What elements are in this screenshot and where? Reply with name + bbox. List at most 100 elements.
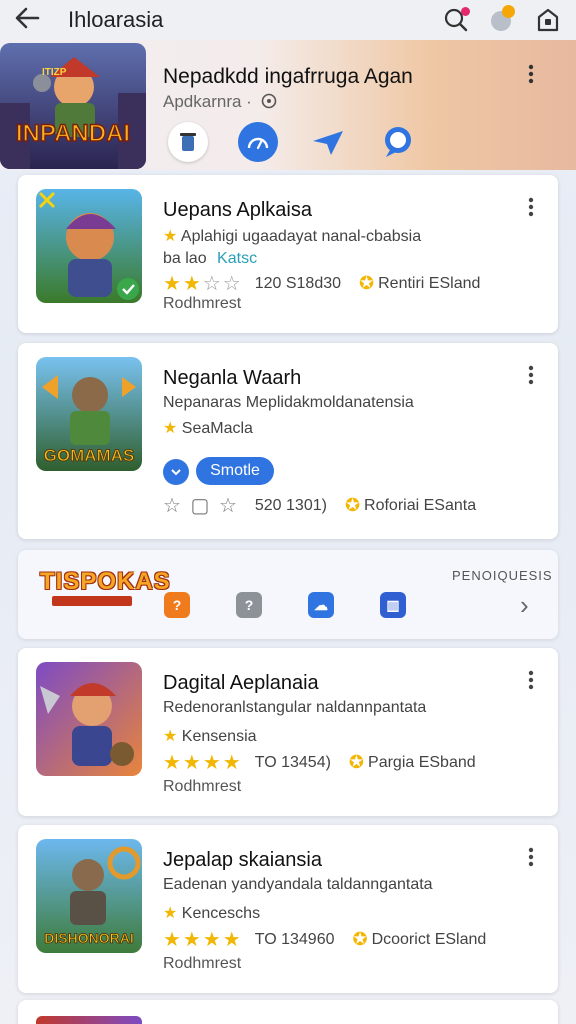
app-extra: Rodhmrest — [163, 778, 242, 795]
notification-button[interactable] — [442, 6, 470, 34]
featured-chat-button[interactable] — [378, 122, 418, 162]
app-card-partial[interactable] — [18, 1000, 558, 1024]
page-title: Ihloarasia — [68, 7, 164, 32]
trash-can-icon — [180, 133, 196, 151]
app-more-button[interactable] — [528, 197, 534, 223]
featured-subtitle: Apdkarnra · — [163, 92, 277, 112]
chevron-right-icon[interactable]: › — [520, 590, 529, 621]
app-extra: Rodhmrest — [163, 955, 242, 972]
more-vertical-icon — [528, 670, 534, 690]
app-thumbnail[interactable] — [36, 662, 142, 776]
rating-stars: ★★★★ — [163, 752, 243, 774]
airplane-icon — [313, 131, 343, 155]
app-genre-row: ★ Kenceschs — [163, 903, 260, 923]
featured-banner[interactable]: INPANDAI ITIZP Nepadkdd ingafrruga Agan … — [0, 40, 576, 170]
verified-badge — [117, 278, 139, 300]
star-icon: ★ — [163, 728, 178, 745]
promo-logo-ribbon — [52, 596, 132, 606]
featured-thumb-logo: INPANDAI — [16, 120, 130, 147]
promo-orange-icon[interactable]: ? — [164, 592, 190, 618]
app-title[interactable]: Uepans Aplkaisa — [163, 199, 312, 222]
badge-icon: ✪ — [348, 752, 365, 772]
back-button[interactable] — [14, 6, 54, 35]
star-icon: ★ — [163, 905, 178, 922]
more-vertical-icon — [528, 365, 534, 385]
rating-stars: ★★☆☆ — [163, 273, 243, 295]
app-rating-row: ★★☆☆ 120 S18d30 ✪ Rentiri ESland — [163, 271, 480, 296]
more-vertical-icon — [528, 64, 534, 84]
featured-developer: Apdkarnra · — [163, 92, 252, 111]
promo-strip[interactable]: TISPOKAS PENOIQUESIS ? ? ☁ ▥ › — [18, 550, 558, 639]
featured-gauge-button[interactable] — [238, 122, 278, 162]
promo-cloud-icon[interactable]: ☁ — [308, 592, 334, 618]
app-genre: Kenceschs — [181, 905, 261, 922]
promo-logo: TISPOKAS — [40, 568, 171, 595]
more-vertical-icon — [528, 197, 534, 217]
promo-grid-icon[interactable]: ▥ — [380, 592, 406, 618]
badge-icon: ✪ — [359, 273, 375, 293]
app-card[interactable]: GOMAMAS Neganla Waarh Nepanaras Meplidak… — [18, 343, 558, 539]
install-button[interactable]: Smotle — [196, 457, 274, 485]
app-genre: Kensensia — [181, 728, 257, 745]
rating-stars: ★★★★ — [163, 929, 243, 951]
app-rating-row: ☆ ▢ ☆ 520 1301) ✪ Roforiai ESanta — [163, 493, 476, 518]
download-button[interactable] — [163, 459, 189, 485]
app-badge: Pargia ESband — [368, 753, 476, 771]
profile-button[interactable] — [534, 6, 562, 34]
featured-more-button[interactable] — [528, 64, 534, 90]
app-more-button[interactable] — [528, 365, 534, 391]
app-genre-row: ★ SeaMacla — [163, 418, 253, 438]
star-icon: ★ — [163, 420, 178, 437]
featured-title[interactable]: Nepadkdd ingafrruga Agan — [163, 65, 413, 89]
theme-button[interactable] — [488, 5, 516, 34]
promo-label: PENOIQUESIS — [452, 568, 553, 583]
app-thumbnail[interactable] — [36, 189, 142, 303]
app-description: Eadenan yandyandala taldanngantata — [163, 876, 433, 893]
app-genre: SeaMacla — [181, 420, 253, 437]
app-more-button[interactable] — [528, 847, 534, 873]
speedometer-icon — [247, 137, 269, 150]
featured-wishlist-button[interactable] — [168, 122, 208, 162]
app-rating-row: ★★★★ TO 13454) ✪ Pargia ESband — [163, 750, 476, 775]
app-genre-row: ★ Kensensia — [163, 726, 257, 746]
app-badge: Rentiri ESland — [378, 274, 481, 292]
app-thumbnail[interactable]: GOMAMAS — [36, 357, 142, 471]
app-rating: 520 1301) — [254, 496, 327, 514]
featured-game-thumbnail[interactable]: INPANDAI ITIZP — [0, 43, 146, 169]
app-tag-prefix: ba lao — [163, 250, 207, 267]
app-description: Nepanaras Meplidakmoldanatensia — [163, 394, 414, 411]
app-card[interactable]: DISHONORAI Jepalap skaiansia Eadenan yan… — [18, 825, 558, 993]
app-rating: TO 134960 — [254, 930, 335, 948]
arrow-left-icon — [15, 7, 40, 28]
app-thumb-logo: DISHONORAI — [44, 930, 133, 946]
app-title[interactable]: Jepalap skaiansia — [163, 849, 322, 872]
rating-stars: ☆ ▢ ☆ — [163, 495, 239, 517]
app-card[interactable]: Uepans Aplkaisa ★ Aplahigi ugaadayat nan… — [18, 175, 558, 333]
badge-icon: ✪ — [344, 495, 361, 515]
featured-share-button[interactable] — [308, 122, 348, 162]
app-card[interactable]: Dagital Aeplanaia Redenoranlstangular na… — [18, 648, 558, 816]
notification-dot — [461, 7, 470, 16]
app-rating: 120 S18d30 — [254, 274, 342, 292]
app-tag[interactable]: Katsc — [217, 250, 257, 267]
status-dot — [502, 5, 515, 18]
app-title[interactable]: Dagital Aeplanaia — [163, 672, 319, 695]
app-more-button[interactable] — [528, 670, 534, 696]
app-tag-row: ba lao Katsc — [163, 250, 257, 268]
lock-home-icon — [537, 8, 559, 32]
app-description-text: Aplahigi ugaadayat nanal-cbabsia — [180, 228, 422, 245]
header-bar: Ihloarasia — [0, 0, 576, 40]
promo-gray-icon[interactable]: ? — [236, 592, 262, 618]
app-title[interactable]: Neganla Waarh — [163, 367, 301, 390]
chevron-down-icon — [171, 469, 181, 476]
badge-icon: ✪ — [352, 929, 368, 949]
app-thumbnail-partial[interactable] — [36, 1016, 142, 1024]
app-description: Redenoranlstangular naldannpantata — [163, 699, 427, 716]
app-thumbnail[interactable]: DISHONORAI — [36, 839, 142, 953]
app-badge: Roforiai ESanta — [364, 496, 477, 514]
app-description: ★ Aplahigi ugaadayat nanal-cbabsia — [163, 226, 421, 246]
star-icon: ★ — [163, 228, 178, 245]
app-badge: Dcoorict ESland — [371, 930, 487, 948]
app-extra: Rodhmrest — [163, 295, 242, 312]
chat-bubble-icon — [385, 127, 411, 157]
